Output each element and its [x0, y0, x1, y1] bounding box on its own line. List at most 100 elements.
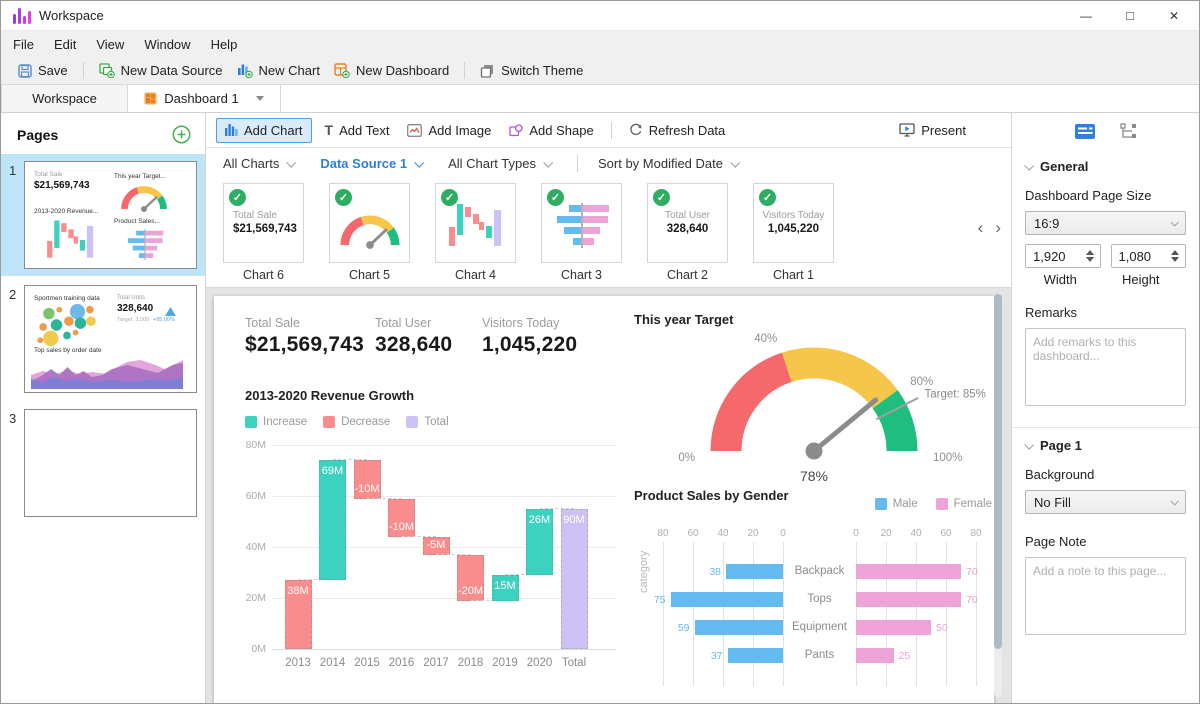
menu-item-view[interactable]: View: [96, 37, 124, 52]
filter-data-source[interactable]: Data Source 1: [320, 156, 422, 171]
toolbar-separator: [464, 62, 465, 79]
page-thumbnail[interactable]: [24, 409, 197, 517]
gridline: [783, 542, 784, 686]
height-input[interactable]: [1112, 249, 1160, 264]
add-text-button[interactable]: T Add Text: [316, 118, 399, 143]
add-chart-button[interactable]: Add Chart: [216, 118, 312, 143]
background-select[interactable]: No Fill: [1025, 490, 1186, 514]
tab-dashboard-1[interactable]: Dashboard 1: [128, 85, 281, 112]
gallery-card-chart-1[interactable]: ✓Visitors Today1,045,220: [753, 183, 834, 263]
new-chart-button[interactable]: New Chart: [230, 60, 327, 81]
waterfall-bar-2020[interactable]: 26M: [526, 509, 553, 575]
new-data-source-button[interactable]: New Data Source: [92, 60, 230, 81]
filter-chart-types[interactable]: All Chart Types: [448, 156, 551, 171]
height-stepper[interactable]: [1111, 244, 1187, 268]
menu-item-window[interactable]: Window: [144, 37, 190, 52]
decrement-icon[interactable]: [1171, 257, 1179, 262]
filter-sort[interactable]: Sort by Modified Date: [598, 156, 738, 171]
chevron-down-icon: [543, 157, 553, 167]
gallery-item: ✓Visitors Today1,045,220Chart 1: [753, 183, 834, 287]
waterfall-bar-2014[interactable]: 69M: [319, 460, 346, 580]
gallery-card-chart-5[interactable]: ✓: [329, 183, 410, 263]
chevron-down-icon: [730, 157, 740, 167]
add-page-button[interactable]: [172, 125, 191, 144]
decrement-icon[interactable]: [1086, 257, 1094, 262]
dashboard-page[interactable]: Total Sale $21,569,743 Total User 328,64…: [214, 296, 994, 703]
gallery-card-chart-3[interactable]: ✓: [541, 183, 622, 263]
gallery-next-button[interactable]: ›: [995, 218, 1001, 238]
gallery-prev-button[interactable]: ‹: [978, 218, 984, 238]
female-bar-tops[interactable]: [856, 592, 961, 607]
refresh-data-button[interactable]: Refresh Data: [620, 118, 735, 143]
minimize-button[interactable]: —: [1071, 5, 1101, 27]
menu-item-help[interactable]: Help: [211, 37, 238, 52]
kpi-total-sale[interactable]: Total Sale $21,569,743: [245, 316, 375, 357]
gridline: [663, 542, 664, 686]
close-button[interactable]: ✕: [1159, 5, 1189, 27]
female-bar-pants[interactable]: [856, 648, 894, 663]
dashboard-canvas[interactable]: Total Sale $21,569,743 Total User 328,64…: [206, 288, 1011, 703]
waterfall-bar-2017[interactable]: -5M: [423, 537, 450, 555]
gauge-chart[interactable]: This year Target 0%40%80%100%Target: 85%…: [634, 312, 996, 498]
add-image-icon: [407, 124, 422, 137]
increment-icon[interactable]: [1171, 250, 1179, 255]
dashboard-properties-tab-icon[interactable]: [1074, 123, 1096, 140]
page-thumbnail[interactable]: Sportmen training data Total Units328,64…: [24, 285, 197, 393]
waterfall-bar-2019[interactable]: 15M: [492, 575, 519, 601]
add-text-icon: T: [325, 124, 334, 136]
gallery-card-chart-6[interactable]: ✓Total Sale$21,569,743: [223, 183, 304, 263]
waterfall-bar-Total[interactable]: 90M: [561, 509, 588, 649]
menu-item-edit[interactable]: Edit: [54, 37, 76, 52]
page-size-select[interactable]: 16:9: [1025, 211, 1186, 235]
waterfall-bar-2013[interactable]: 38M: [285, 580, 312, 649]
switch-theme-button[interactable]: Switch Theme: [473, 60, 590, 81]
page-size-label: Dashboard Page Size: [1025, 188, 1186, 203]
male-bar-tops[interactable]: [671, 592, 784, 607]
female-bar-backpack[interactable]: [856, 564, 961, 579]
page-thumbnail-row-1[interactable]: 1Total Sale$21,569,743This year Target..…: [1, 154, 205, 276]
gallery-card-chart-4[interactable]: ✓: [435, 183, 516, 263]
svg-text:80%: 80%: [910, 376, 933, 388]
male-bar-equipment[interactable]: [695, 620, 784, 635]
tab-workspace[interactable]: Workspace: [1, 85, 128, 112]
page-thumbnail-row-2[interactable]: 2Sportmen training data Total Units328,6…: [1, 278, 205, 400]
page-thumbnail-row-3[interactable]: 3: [1, 402, 205, 524]
dashboard-tab-icon: [144, 92, 157, 105]
canvas-scrollbar-thumb[interactable]: [994, 294, 1002, 649]
male-bar-pants[interactable]: [728, 648, 784, 663]
general-section-header[interactable]: General: [1025, 159, 1186, 174]
kpi-visitors-today[interactable]: Visitors Today 1,045,220: [482, 316, 577, 357]
page-note-textarea[interactable]: [1025, 557, 1186, 635]
page-section-header[interactable]: Page 1: [1025, 438, 1186, 453]
waterfall-chart[interactable]: 2013-2020 Revenue Growth IncreaseDecreas…: [238, 388, 633, 688]
present-button[interactable]: Present: [890, 118, 975, 143]
width-stepper[interactable]: [1025, 244, 1101, 268]
gallery-card-chart-2[interactable]: ✓Total User328,640: [647, 183, 728, 263]
new-dashboard-button[interactable]: New Dashboard: [327, 60, 456, 81]
tab-dropdown-icon[interactable]: [256, 96, 264, 101]
add-shape-button[interactable]: Add Shape: [500, 118, 602, 143]
add-image-button[interactable]: Add Image: [398, 118, 500, 143]
male-bar-backpack[interactable]: [726, 564, 783, 579]
maximize-button[interactable]: □: [1115, 5, 1145, 27]
waterfall-bar-2015[interactable]: -10M: [354, 460, 381, 498]
canvas-scrollbar[interactable]: [994, 294, 1002, 697]
thumb-waterfall-title: 2013-2020 Revenue...: [34, 208, 98, 215]
page-thumbnail[interactable]: Total Sale$21,569,743This year Target...…: [24, 161, 197, 269]
waterfall-bar-2016[interactable]: -10M: [388, 499, 415, 537]
filter-all-charts[interactable]: All Charts: [223, 156, 294, 171]
remarks-textarea[interactable]: [1025, 328, 1186, 406]
waterfall-bar-2018[interactable]: -20M: [457, 555, 484, 601]
gallery-item: ✓ Chart 5: [329, 183, 410, 287]
butterfly-chart[interactable]: Product Sales by Gender MaleFemale categ…: [634, 488, 994, 700]
menu-item-file[interactable]: File: [13, 37, 34, 52]
kpi-total-user[interactable]: Total User 328,640: [375, 316, 482, 357]
save-button[interactable]: Save: [11, 60, 75, 81]
increment-icon[interactable]: [1086, 250, 1094, 255]
bar-value-label: 38M: [286, 585, 311, 597]
layer-tree-tab-icon[interactable]: [1120, 123, 1138, 139]
thumb-bubble-title: Sportmen training data: [34, 295, 100, 302]
mini-bubble-chart: [32, 304, 102, 346]
female-bar-equipment[interactable]: [856, 620, 931, 635]
width-input[interactable]: [1026, 249, 1074, 264]
